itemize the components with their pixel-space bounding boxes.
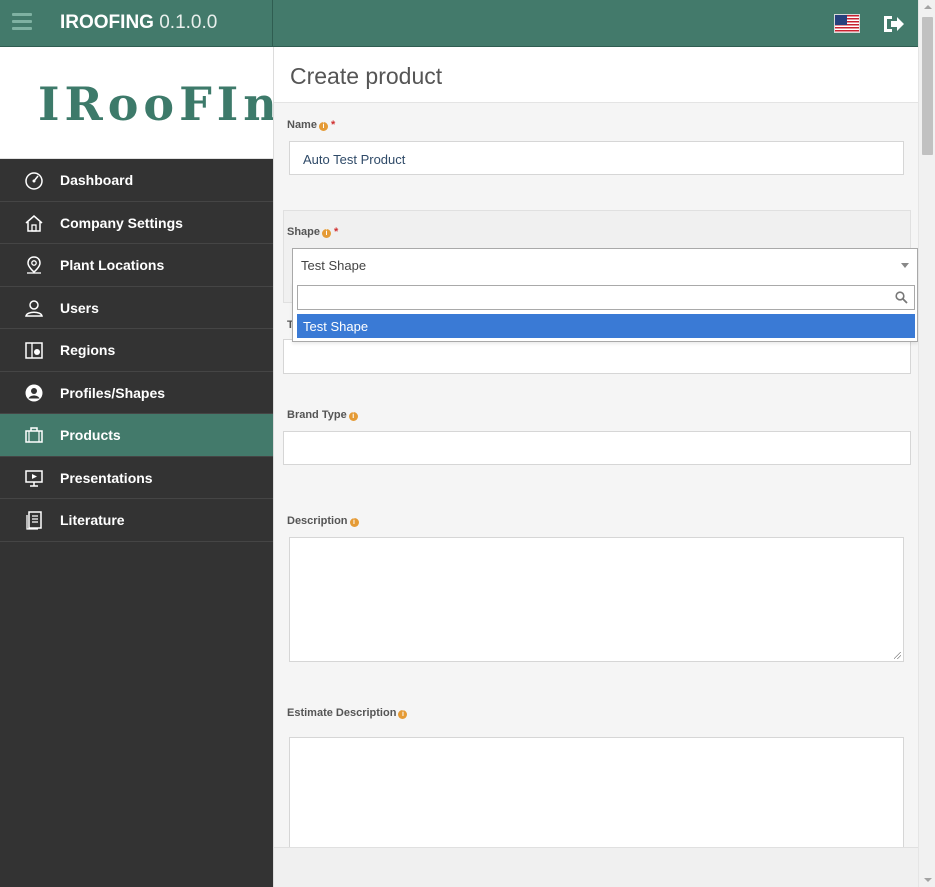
brand-type-label: Brand Type i	[287, 409, 358, 421]
app-version: 0.1.0.0	[159, 12, 218, 33]
description-label-text: Description	[287, 515, 348, 527]
info-icon[interactable]: i	[322, 229, 332, 238]
header-divider	[272, 0, 273, 47]
scrollbar-thumb[interactable]	[922, 17, 933, 155]
sidebar-item-literature[interactable]: Literature	[0, 499, 273, 542]
estimate-description-label: Estimate Description i	[287, 707, 408, 719]
sidebar-item-label: Company Settings	[60, 214, 183, 231]
sidebar-item-products[interactable]: Products	[0, 414, 273, 457]
page-scrollbar[interactable]	[918, 0, 935, 887]
briefcase-icon	[25, 427, 43, 443]
hidden-field-input[interactable]	[283, 339, 911, 374]
page-title: Create product	[290, 63, 443, 89]
estimate-description-textarea[interactable]	[289, 737, 904, 847]
shape-option-label: Test Shape	[303, 319, 369, 334]
required-marker: *	[330, 119, 336, 131]
sidebar: IRooFInG Dashboard Company Settings Plan…	[0, 47, 321, 887]
name-input-value: Auto Test Product	[303, 152, 406, 167]
sidebar-item-label: Products	[60, 427, 121, 443]
shape-dropdown: Test Shape	[292, 282, 918, 342]
sidebar-item-label: Literature	[60, 512, 125, 528]
name-input[interactable]: Auto Test Product	[289, 141, 904, 175]
sidebar-item-profiles-shapes[interactable]: Profiles/Shapes	[0, 372, 273, 414]
name-label-text: Name	[287, 119, 317, 131]
scroll-down-arrow-icon[interactable]	[924, 878, 932, 882]
map-icon	[25, 342, 43, 359]
sidebar-item-label: Dashboard	[60, 172, 134, 188]
app-title: IROOFING 0.1.0.0	[60, 12, 217, 34]
title-bar: Create product	[274, 47, 918, 103]
footer	[274, 847, 919, 887]
main-content: Create product Name i * Auto Test Product …	[273, 47, 919, 887]
required-marker: *	[334, 226, 339, 238]
menu-toggle-icon[interactable]	[12, 13, 32, 31]
estimate-description-label-text: Estimate Description	[287, 707, 397, 719]
brand-name: IROOFING	[60, 12, 154, 33]
sidebar-item-presentations[interactable]: Presentations	[0, 457, 273, 499]
shape-select[interactable]: Test Shape	[292, 248, 918, 283]
shape-label: Shape i *	[287, 226, 338, 238]
location-pin-icon	[27, 256, 41, 274]
sidebar-item-label: Regions	[60, 342, 116, 358]
info-icon[interactable]: i	[348, 412, 358, 421]
sidebar-item-users[interactable]: Users	[0, 287, 273, 329]
name-label: Name i *	[287, 119, 335, 131]
sidebar-item-label: Profiles/Shapes	[60, 384, 166, 401]
literature-icon	[26, 511, 42, 530]
description-label: Description i	[287, 515, 359, 527]
sidebar-item-plant-locations[interactable]: Plant Locations	[0, 244, 273, 287]
sidebar-item-company-settings[interactable]: Company Settings	[0, 202, 273, 244]
info-icon[interactable]: i	[398, 710, 408, 719]
shape-search-input[interactable]	[297, 285, 915, 310]
dashboard-icon	[25, 172, 43, 190]
sidebar-item-label: Presentations	[60, 469, 153, 486]
sidebar-item-dashboard[interactable]: Dashboard	[0, 159, 273, 202]
scroll-up-arrow-icon[interactable]	[924, 5, 932, 9]
info-icon[interactable]: i	[318, 122, 328, 131]
top-bar: IROOFING 0.1.0.0	[0, 0, 935, 47]
resize-handle[interactable]	[894, 652, 901, 659]
sidebar-item-label: Plant Locations	[60, 257, 165, 273]
search-icon	[895, 291, 908, 304]
presentation-icon	[25, 469, 43, 487]
brand-type-input[interactable]	[283, 431, 911, 465]
home-icon	[25, 214, 43, 232]
chevron-down-icon[interactable]	[901, 263, 909, 268]
brand-type-label-text: Brand Type	[287, 409, 347, 421]
description-textarea[interactable]	[289, 537, 904, 662]
us-flag-icon[interactable]	[834, 14, 860, 33]
logout-icon[interactable]	[881, 12, 905, 36]
sidebar-item-regions[interactable]: Regions	[0, 329, 273, 372]
shape-label-text: Shape	[287, 226, 321, 238]
sidebar-item-label: Users	[60, 299, 99, 316]
shape-option[interactable]: Test Shape	[297, 314, 915, 338]
shape-selected-value: Test Shape	[301, 258, 367, 273]
logo-area: IRooFInG	[0, 47, 321, 159]
user-icon	[25, 299, 43, 317]
info-icon[interactable]: i	[349, 518, 359, 527]
profile-icon	[25, 384, 43, 401]
